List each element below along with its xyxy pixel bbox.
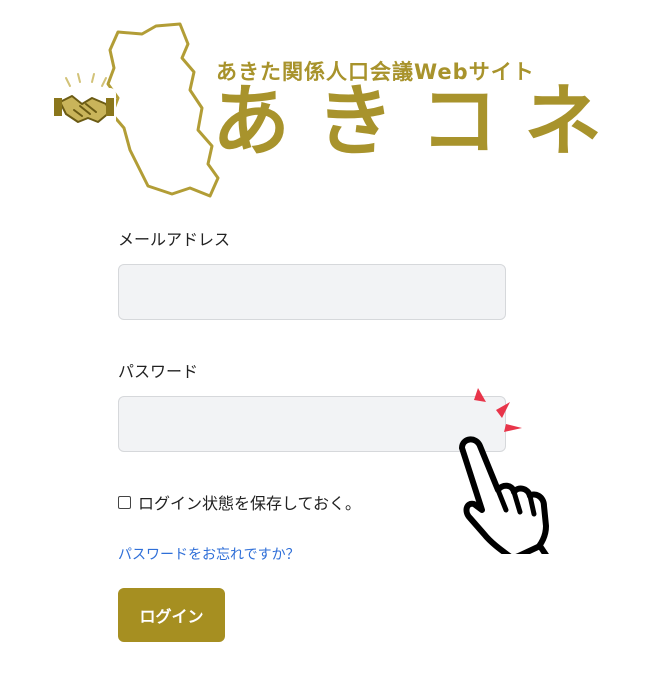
email-group: メールアドレス bbox=[118, 226, 506, 320]
forgot-password-link[interactable]: パスワードをお忘れですか？ bbox=[118, 544, 300, 564]
login-button[interactable]: ログイン bbox=[118, 588, 225, 642]
remember-me[interactable]: ログイン状態を保存しておく。 bbox=[118, 490, 361, 514]
email-label: メールアドレス bbox=[118, 230, 231, 249]
remember-checkbox[interactable] bbox=[118, 495, 131, 509]
pointing-hand-icon bbox=[459, 388, 549, 554]
handshake-icon bbox=[54, 73, 116, 128]
remember-label: ログイン状態を保存しておく。 bbox=[138, 494, 362, 513]
email-input[interactable] bbox=[118, 264, 506, 320]
akita-map-outline-icon bbox=[54, 22, 220, 198]
logo-title: あきコネ bbox=[212, 77, 629, 167]
site-logo: あきた関係人口会議Webサイト あきコネ bbox=[0, 0, 658, 210]
password-label: パスワード bbox=[118, 362, 199, 381]
